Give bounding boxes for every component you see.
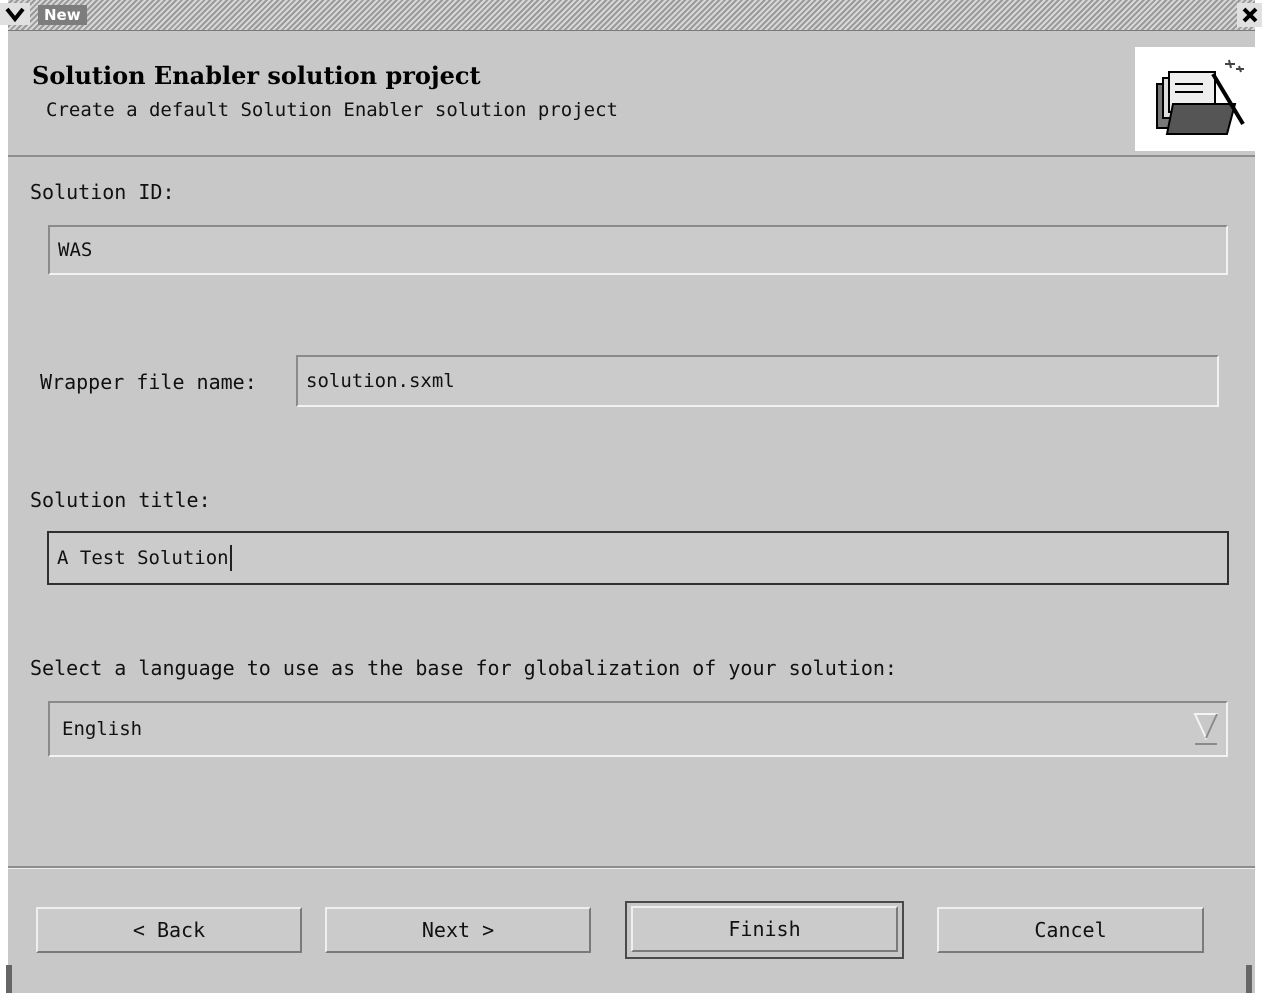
window-title: New: [38, 5, 87, 25]
window-menu-button[interactable]: [0, 3, 30, 25]
wrapper-file-field[interactable]: solution.sxml: [296, 355, 1219, 407]
cancel-button[interactable]: Cancel: [937, 907, 1204, 953]
wizard-image: [1135, 47, 1255, 151]
chevron-down-icon: [5, 7, 25, 22]
close-button[interactable]: [1237, 3, 1262, 27]
solution-title-value: A Test Solution: [57, 547, 229, 569]
bottom-left-resize-handle[interactable]: [6, 965, 12, 993]
close-icon: [1242, 7, 1258, 23]
next-button[interactable]: Next >: [325, 907, 591, 953]
back-button[interactable]: < Back: [36, 907, 302, 953]
button-bar-separator: [8, 866, 1255, 869]
page-description: Create a default Solution Enabler soluti…: [46, 99, 618, 121]
solution-id-field[interactable]: WAS: [48, 225, 1228, 275]
solution-id-value: WAS: [58, 239, 93, 261]
language-label: Select a language to use as the base for…: [30, 656, 897, 680]
language-combo[interactable]: English: [48, 701, 1228, 757]
combo-dropdown-button[interactable]: [1190, 709, 1222, 749]
wizard-header: Solution Enabler solution project Create…: [8, 31, 1255, 157]
title-bar: New: [0, 0, 1262, 31]
dropdown-arrow-icon: [1193, 713, 1219, 745]
wizard-folder-icon: [1156, 59, 1245, 135]
solution-title-label: Solution title:: [30, 488, 211, 512]
wrapper-file-value: solution.sxml: [306, 370, 455, 392]
finish-button[interactable]: Finish: [631, 906, 898, 952]
page-title: Solution Enabler solution project: [32, 61, 481, 90]
solution-title-field[interactable]: A Test Solution: [47, 531, 1229, 585]
text-cursor: [229, 545, 232, 571]
language-selected: English: [62, 718, 143, 740]
new-wizard-dialog: New Solution Enabler solution project Cr…: [0, 0, 1262, 993]
solution-id-label: Solution ID:: [30, 180, 175, 204]
bottom-right-resize-handle[interactable]: [1246, 965, 1252, 993]
wrapper-file-label: Wrapper file name:: [40, 370, 257, 394]
